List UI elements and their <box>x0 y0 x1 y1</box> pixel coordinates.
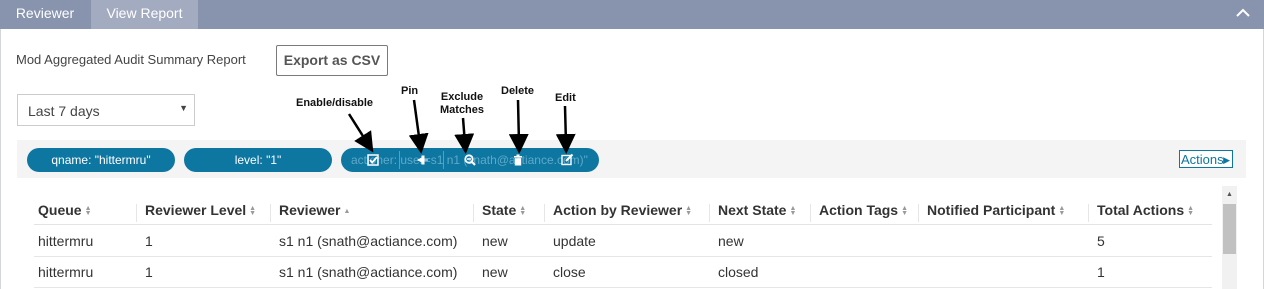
row-divider <box>34 287 1212 288</box>
annotation-exclude-matches: Exclude Matches <box>440 91 485 116</box>
filter-pill-level[interactable]: level: "1" <box>184 148 332 172</box>
annotation-edit: Edit <box>555 92 576 104</box>
column-header-reviewer[interactable]: Reviewer ▲ <box>279 202 350 218</box>
separator <box>443 151 444 169</box>
annotation-delete: Delete <box>501 85 535 97</box>
sort-icon: ▲ ▼ <box>249 205 257 218</box>
column-header-total-actions[interactable]: Total Actions ▲ ▼ <box>1097 202 1194 218</box>
column-header-notified-participant[interactable]: Notified Participant ▲ ▼ <box>927 202 1065 218</box>
column-header-next-state[interactable]: Next State ▲ ▼ <box>718 202 796 218</box>
caret-right-icon: ▶ <box>1223 155 1230 165</box>
cell-total-actions: 5 <box>1097 233 1105 249</box>
scrollbar-thumb[interactable] <box>1223 204 1236 254</box>
export-csv-button[interactable]: Export as CSV <box>276 45 388 76</box>
checkbox-icon[interactable] <box>365 148 381 172</box>
annotation-enable-disable: Enable/disable <box>296 97 374 109</box>
column-divider[interactable] <box>544 204 545 222</box>
cell-next-state: new <box>718 233 744 249</box>
column-header-reviewer-level[interactable]: Reviewer Level ▲ ▼ <box>145 202 256 218</box>
date-range-value: Last 7 days <box>28 103 100 119</box>
cell-reviewer-level: 1 <box>145 233 153 249</box>
filter-pill-actioner[interactable]: actioner: user=s1 n1 (snath@actiance.com… <box>341 148 599 172</box>
cell-queue: hittermru <box>38 264 94 280</box>
tab-reviewer[interactable]: Reviewer <box>0 0 90 29</box>
actions-label: Actions <box>1181 152 1224 167</box>
cell-state: new <box>482 264 508 280</box>
column-divider[interactable] <box>473 204 474 222</box>
cell-reviewer-level: 1 <box>145 264 153 280</box>
column-divider[interactable] <box>270 204 271 222</box>
row-divider <box>34 256 1212 257</box>
column-header-action-tags[interactable]: Action Tags ▲ ▼ <box>819 202 908 218</box>
header-divider <box>34 224 1212 225</box>
cell-action-by-reviewer: update <box>553 233 596 249</box>
search-minus-icon[interactable] <box>462 148 478 172</box>
scroll-up-arrow-icon[interactable]: ▲ <box>1222 186 1237 203</box>
column-divider[interactable] <box>709 204 710 222</box>
cell-total-actions: 1 <box>1097 264 1105 280</box>
column-divider[interactable] <box>1088 204 1089 222</box>
cell-reviewer: s1 n1 (snath@actiance.com) <box>279 264 458 280</box>
chevron-up-icon[interactable] <box>1234 4 1252 22</box>
cell-next-state: closed <box>718 264 759 280</box>
column-header-action-by-reviewer[interactable]: Action by Reviewer ▲ ▼ <box>553 202 692 218</box>
column-header-state[interactable]: State ▲ ▼ <box>482 202 526 218</box>
cell-reviewer: s1 n1 (snath@actiance.com) <box>279 233 458 249</box>
column-divider[interactable] <box>918 204 919 222</box>
sort-icon: ▲ ▼ <box>901 205 909 218</box>
report-title: Mod Aggregated Audit Summary Report <box>16 52 246 67</box>
sort-asc-icon: ▲ <box>343 207 351 215</box>
date-range-select[interactable]: Last 7 days ▼ <box>17 94 195 126</box>
cell-action-by-reviewer: close <box>553 264 586 280</box>
column-divider[interactable] <box>810 204 811 222</box>
annotation-pin: Pin <box>401 85 419 97</box>
column-divider[interactable] <box>136 204 137 222</box>
cell-queue: hittermru <box>38 233 94 249</box>
actions-menu-link[interactable]: Actions ▶ <box>1179 150 1233 168</box>
tab-view-report[interactable]: View Report <box>91 0 198 29</box>
sort-icon: ▲ ▼ <box>1058 205 1066 218</box>
caret-down-icon: ▼ <box>179 103 188 113</box>
cell-state: new <box>482 233 508 249</box>
sort-icon: ▲ ▼ <box>685 205 693 218</box>
separator <box>399 151 400 169</box>
column-header-queue[interactable]: Queue ▲ ▼ <box>38 202 92 218</box>
filter-pill-qname[interactable]: qname: "hittermru" <box>27 148 175 172</box>
sort-icon: ▲ ▼ <box>789 205 797 218</box>
sort-icon: ▲ ▼ <box>84 205 92 218</box>
sort-icon: ▲ ▼ <box>519 205 527 218</box>
pin-icon[interactable] <box>415 148 431 172</box>
trash-icon[interactable] <box>510 148 526 172</box>
edit-icon[interactable] <box>559 148 575 172</box>
sort-icon: ▲ ▼ <box>1187 205 1195 218</box>
